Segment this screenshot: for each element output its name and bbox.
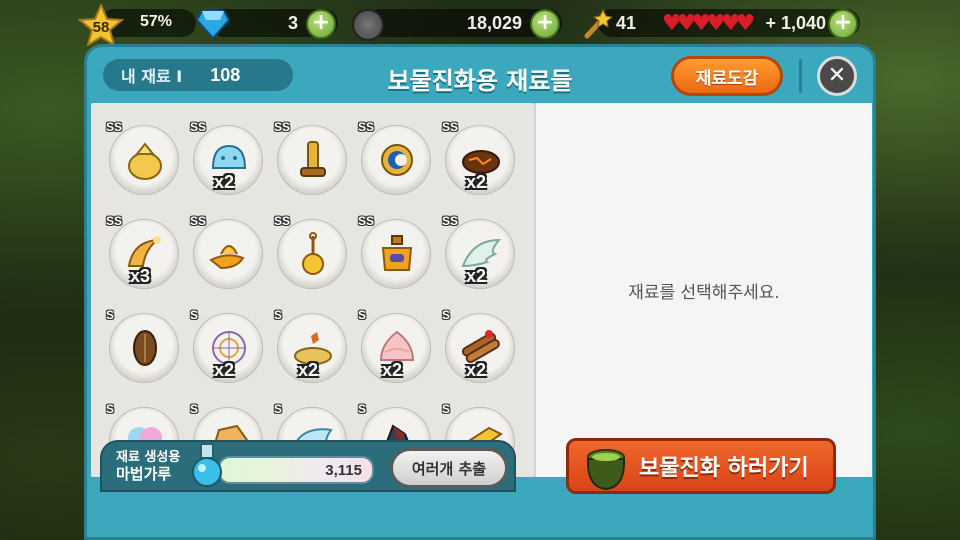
grade-badge: SS bbox=[358, 214, 375, 228]
gem-count: 3 bbox=[287, 12, 298, 33]
quantity-label: x2 bbox=[214, 360, 235, 380]
go-treasure-evolution-button[interactable]: 보물진화 하러가기 bbox=[566, 438, 836, 494]
golden-pendulum-icon bbox=[302, 232, 324, 275]
material-slot[interactable]: SS bbox=[274, 120, 347, 195]
grade-badge: SS bbox=[190, 120, 207, 134]
quantity-label: x3 bbox=[130, 266, 151, 286]
heart-icon: ♥ bbox=[735, 11, 756, 36]
grade-badge: SS bbox=[358, 120, 375, 134]
grade-badge: S bbox=[274, 308, 283, 322]
blue-ring-icon bbox=[381, 144, 413, 176]
powder-amount: 3,115 bbox=[325, 461, 362, 479]
magic-powder-bar: 재료 생성용 마법가루 3,115 여러개 추출 bbox=[100, 440, 516, 492]
grade-badge: S bbox=[358, 308, 367, 322]
grade-badge: S bbox=[106, 308, 115, 322]
grade-badge: S bbox=[106, 402, 115, 416]
grade-badge: SS bbox=[106, 214, 123, 228]
material-slot[interactable]: SS bbox=[358, 214, 431, 289]
material-slot[interactable]: SS x2 bbox=[442, 214, 515, 289]
grade-badge: SS bbox=[442, 214, 459, 228]
cauldron-icon bbox=[586, 449, 626, 491]
grade-badge: SS bbox=[274, 214, 291, 228]
grade-badge: S bbox=[274, 402, 283, 416]
magic-flask-icon bbox=[192, 443, 222, 487]
grade-badge: S bbox=[190, 308, 199, 322]
material-slot[interactable]: Sx2 bbox=[442, 308, 515, 383]
level-number: 58 bbox=[92, 18, 110, 36]
material-detail-area: 재료를 선택해주세요. bbox=[534, 103, 872, 477]
quantity-label: x2 bbox=[466, 360, 487, 380]
material-slot[interactable]: SS x2 bbox=[442, 120, 515, 195]
seed-icon bbox=[133, 330, 157, 366]
material-slot[interactable]: SS x2 bbox=[190, 120, 263, 195]
coin-counter: 18,029 + bbox=[366, 9, 562, 39]
golden-key-icon bbox=[300, 141, 326, 177]
wand-count: 41 bbox=[616, 12, 637, 33]
close-button[interactable]: ✕ bbox=[817, 56, 857, 96]
header-divider bbox=[799, 59, 802, 93]
hearts-extra: + 1,040 bbox=[765, 12, 826, 33]
magic-lamp-icon bbox=[209, 245, 245, 270]
gem-icon bbox=[196, 10, 230, 39]
powder-label-line1: 재료 생성용 bbox=[116, 450, 181, 465]
material-slot[interactable]: SS bbox=[274, 214, 347, 289]
level-star-icon: 58 bbox=[78, 4, 124, 46]
potion-bottle-icon bbox=[381, 235, 413, 271]
powder-label: 재료 생성용 마법가루 bbox=[116, 450, 180, 482]
grade-badge: SS bbox=[190, 214, 207, 228]
material-slot[interactable]: SS bbox=[358, 120, 431, 195]
coin-icon bbox=[352, 9, 384, 41]
grade-badge: S bbox=[442, 308, 451, 322]
grade-badge: S bbox=[190, 402, 199, 416]
material-slot[interactable]: S bbox=[106, 308, 179, 383]
go-button-label: 보물진화 하러가기 bbox=[639, 456, 809, 481]
bulk-extract-button[interactable]: 여러개 추출 bbox=[390, 448, 508, 488]
exp-percent: 57% bbox=[140, 13, 173, 30]
material-dictionary-button[interactable]: 재료도감 bbox=[671, 56, 783, 96]
coin-count: 18,029 bbox=[466, 12, 522, 33]
material-slot[interactable]: SS bbox=[190, 214, 263, 289]
material-slot[interactable]: SS bbox=[106, 120, 179, 195]
add-heart-button[interactable]: + bbox=[828, 9, 858, 39]
grade-badge: S bbox=[358, 402, 367, 416]
materials-grid[interactable]: SS SS x2 SS SS SS x2 SS x3 SS SS SS SS x2 S Sx2 Sx2 Sx2 Sx… bbox=[91, 103, 534, 477]
quantity-label: x2 bbox=[466, 266, 487, 286]
grade-badge: S bbox=[442, 402, 451, 416]
add-gem-button[interactable]: + bbox=[306, 9, 336, 39]
top-hud: 57% 58 3 + 18,029 + 41 + 1,040 + ♥ ♥ ♥ ♥ ♥ ♥ bbox=[0, 0, 960, 46]
quantity-label: x2 bbox=[298, 360, 319, 380]
quantity-label: x2 bbox=[214, 172, 235, 192]
material-slot[interactable]: Sx2 bbox=[358, 308, 431, 383]
hearts-row: ♥ ♥ ♥ ♥ ♥ ♥ bbox=[662, 13, 755, 35]
add-coin-button[interactable]: + bbox=[530, 9, 560, 39]
material-slot[interactable]: Sx2 bbox=[190, 308, 263, 383]
wand-icon bbox=[584, 8, 612, 39]
quantity-label: x2 bbox=[382, 360, 403, 380]
grade-badge: SS bbox=[442, 120, 459, 134]
gold-pouch-icon bbox=[128, 142, 162, 180]
select-material-message: 재료를 선택해주세요. bbox=[628, 282, 780, 303]
material-slot[interactable]: Sx2 bbox=[274, 308, 347, 383]
powder-label-line2: 마법가루 bbox=[116, 465, 172, 483]
grade-badge: SS bbox=[274, 120, 291, 134]
powder-amount-bar: 3,115 bbox=[218, 456, 374, 484]
quantity-label: x2 bbox=[466, 172, 487, 192]
grade-badge: SS bbox=[106, 120, 123, 134]
material-slot[interactable]: SS x3 bbox=[106, 214, 179, 289]
